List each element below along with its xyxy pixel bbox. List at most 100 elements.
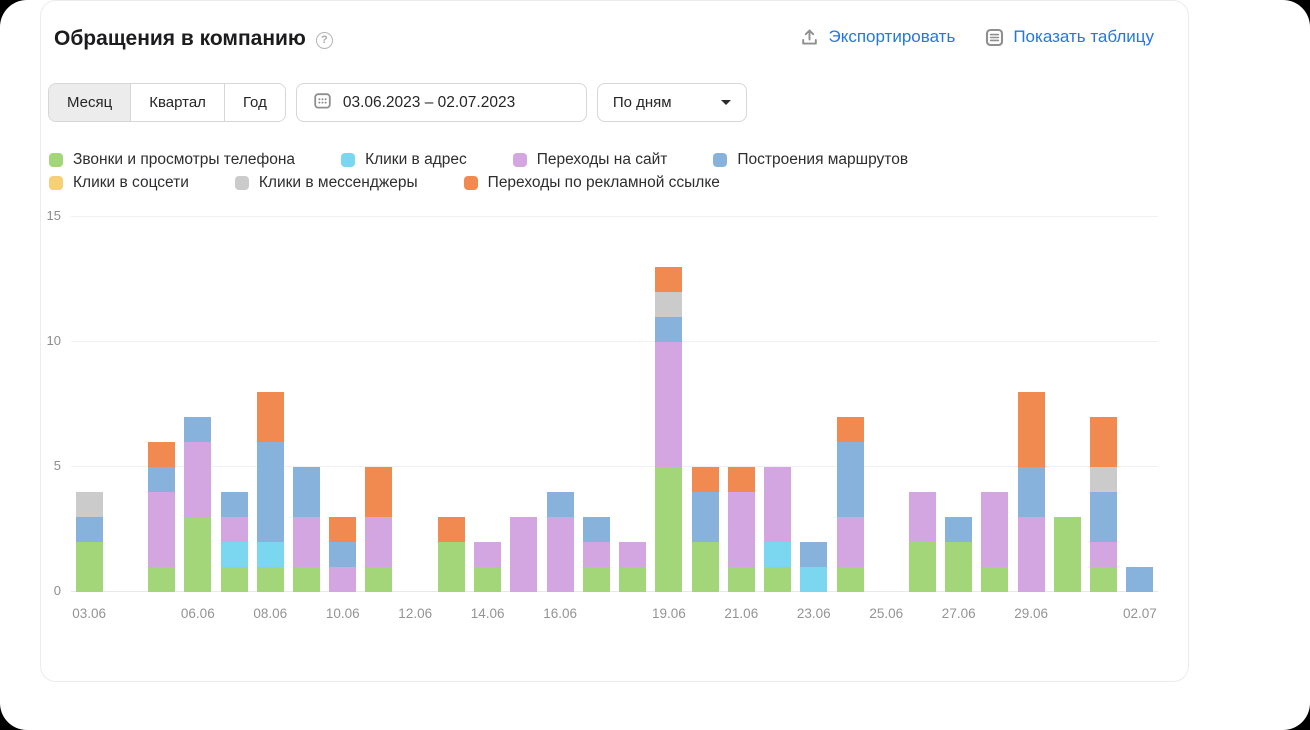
bar-segment: [184, 417, 211, 442]
bar-stack-24.06: [837, 417, 864, 592]
table-icon: [985, 28, 1004, 47]
bar-stack-21.06: [728, 467, 755, 592]
bar-segment: [655, 292, 682, 317]
x-axis-tick-label: 16.06: [543, 606, 577, 621]
bar-segment: [76, 492, 103, 517]
tab-year[interactable]: Год: [224, 84, 285, 121]
y-axis-tick-label: 15: [25, 208, 61, 223]
bar-segment: [293, 467, 320, 517]
bar-stack-18.06: [619, 542, 646, 592]
legend-item[interactable]: Звонки и просмотры телефона: [49, 151, 295, 169]
bar-stack-13.06: [438, 517, 465, 592]
bar-segment: [1054, 517, 1081, 592]
bar-segment: [655, 467, 682, 592]
bar-segment: [365, 467, 392, 517]
legend-item[interactable]: Клики в соцсети: [49, 174, 189, 192]
legend-item[interactable]: Клики в мессенджеры: [235, 174, 418, 192]
bar-segment: [945, 517, 972, 542]
bar-stack-02.07: [1126, 567, 1153, 592]
bar-segment: [547, 517, 574, 592]
controls-row: Месяц Квартал Год 03.06.2023 – 02.07.202…: [48, 83, 1188, 122]
help-icon[interactable]: ?: [316, 32, 333, 49]
bar-segment: [1018, 467, 1045, 517]
bar-segment: [257, 542, 284, 567]
legend-item[interactable]: Построения маршрутов: [713, 151, 908, 169]
legend-item[interactable]: Переходы по рекламной ссылке: [464, 174, 720, 192]
upload-icon: [800, 28, 819, 47]
date-range-input[interactable]: 03.06.2023 – 02.07.2023: [296, 83, 587, 122]
bar-segment: [293, 567, 320, 592]
bar-segment: [909, 492, 936, 542]
legend-label: Клики в адрес: [365, 151, 467, 169]
bar-segment: [221, 492, 248, 517]
bar-segment: [655, 342, 682, 467]
x-axis-tick-label: 19.06: [652, 606, 686, 621]
bar-segment: [184, 517, 211, 592]
legend-swatch-icon: [513, 153, 527, 167]
bar-segment: [728, 567, 755, 592]
bar-segment: [655, 317, 682, 342]
report-card: Обращения в компанию ? Экспортировать: [40, 0, 1189, 682]
bar-segment: [329, 517, 356, 542]
x-axis-tick-label: 25.06: [869, 606, 903, 621]
show-table-label: Показать таблицу: [1013, 27, 1154, 47]
x-axis-tick-label: 06.06: [181, 606, 215, 621]
gridline: [71, 216, 1158, 217]
bar-segment: [619, 567, 646, 592]
bar-segment: [692, 492, 719, 542]
gridline: [71, 466, 1158, 467]
title-wrap: Обращения в компанию ?: [54, 25, 333, 53]
calendar-icon: [313, 91, 332, 115]
granularity-select[interactable]: По дням: [597, 83, 747, 122]
bar-segment: [474, 567, 501, 592]
export-label: Экспортировать: [828, 27, 955, 47]
tab-month[interactable]: Месяц: [49, 84, 130, 121]
legend-item[interactable]: Клики в адрес: [341, 151, 467, 169]
legend-swatch-icon: [341, 153, 355, 167]
bar-segment: [692, 542, 719, 592]
legend-label: Переходы на сайт: [537, 151, 668, 169]
legend-item[interactable]: Переходы на сайт: [513, 151, 668, 169]
bar-stack-14.06: [474, 542, 501, 592]
bar-segment: [148, 492, 175, 567]
chevron-down-icon: [721, 100, 731, 105]
stacked-bar-chart: 05101503.0606.0608.0610.0612.0614.0616.0…: [71, 217, 1158, 592]
bar-stack-11.06: [365, 467, 392, 592]
bar-segment: [365, 567, 392, 592]
legend-row: Клики в соцсети Клики в мессенджеры Перехо…: [49, 174, 1188, 192]
granularity-value: По дням: [613, 94, 672, 111]
bar-segment: [764, 567, 791, 592]
bar-segment: [257, 567, 284, 592]
show-table-button[interactable]: Показать таблицу: [985, 27, 1154, 47]
bar-stack-16.06: [547, 492, 574, 592]
bar-segment: [148, 567, 175, 592]
bar-segment: [945, 542, 972, 592]
bar-segment: [764, 467, 791, 542]
bar-stack-01.07: [1090, 417, 1117, 592]
legend-row: Звонки и просмотры телефона Клики в адрес…: [49, 151, 1188, 169]
bar-segment: [547, 492, 574, 517]
bar-stack-15.06: [510, 517, 537, 592]
legend-label: Переходы по рекламной ссылке: [488, 174, 720, 192]
bar-segment: [728, 492, 755, 567]
bar-stack-07.06: [221, 492, 248, 592]
bar-segment: [221, 542, 248, 567]
bar-segment: [583, 542, 610, 567]
tab-quarter[interactable]: Квартал: [130, 84, 224, 121]
bar-segment: [909, 542, 936, 592]
bar-segment: [510, 517, 537, 592]
bar-stack-09.06: [293, 467, 320, 592]
export-button[interactable]: Экспортировать: [800, 27, 955, 47]
bar-segment: [583, 517, 610, 542]
x-axis-tick-label: 08.06: [253, 606, 287, 621]
bar-segment: [221, 567, 248, 592]
bar-stack-29.06: [1018, 392, 1045, 592]
chart-legend: Звонки и просмотры телефона Клики в адрес…: [49, 151, 1188, 192]
bar-stack-27.06: [945, 517, 972, 592]
header-actions: Экспортировать Показать таблицу: [800, 27, 1154, 47]
bar-segment: [1090, 492, 1117, 542]
legend-swatch-icon: [235, 176, 249, 190]
bar-segment: [1090, 417, 1117, 467]
bar-stack-19.06: [655, 267, 682, 592]
legend-swatch-icon: [464, 176, 478, 190]
